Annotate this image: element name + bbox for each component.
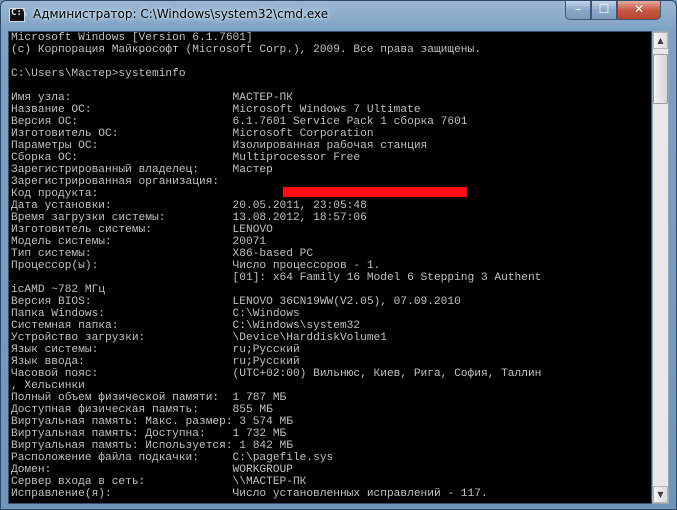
cmd-icon[interactable]: C:\	[9, 8, 28, 22]
maximize-icon: ☐	[598, 2, 610, 16]
minimize-icon: –	[575, 2, 581, 16]
scroll-up-icon: ▲	[657, 36, 664, 45]
console-line: , Хельсинки	[11, 380, 85, 392]
console-line: Версия BIOS: LENOVO 36CN19WW(V2.05), 07.…	[11, 296, 461, 308]
console-line: C:\Users\Мастер>systeminfo	[11, 68, 186, 80]
console-line: Доступная физическая память: 855 МБ	[11, 404, 273, 416]
console-line: Процессор(ы): Число процессоров - 1.	[11, 260, 381, 272]
console-line: Папка Windows: C:\Windows	[11, 308, 300, 320]
scroll-up-button[interactable]: ▲	[653, 32, 668, 49]
console-line: Язык ввода: ru;Русский	[11, 356, 300, 368]
scroll-thumb[interactable]	[653, 54, 668, 104]
console-line: (c) Корпорация Майкрософт (Microsoft Cor…	[11, 44, 481, 56]
console-line: Расположение файла подкачки: C:\pagefile…	[11, 452, 334, 464]
console-line: Параметры ОС: Изолированная рабочая стан…	[11, 140, 428, 152]
console-line: Изготовитель системы: LENOVO	[11, 224, 273, 236]
console-line: Microsoft Windows [Version 6.1.7601]	[11, 32, 253, 44]
console-line: Виртуальная память: Доступна: 1 732 МБ	[11, 428, 287, 440]
console-line: Дата установки: 20.05.2011, 23:05:48	[11, 200, 367, 212]
scroll-down-button[interactable]: ▼	[653, 486, 668, 503]
maximize-button[interactable]: ☐	[591, 1, 617, 20]
close-button[interactable]: ✕	[617, 1, 661, 20]
console-line: icAMD ~782 МГц	[11, 284, 105, 296]
console-line: Время загрузки системы: 13.08.2012, 18:5…	[11, 212, 367, 224]
cmd-icon-glyph: C:\	[11, 8, 28, 18]
console-line: Тип системы: X86-based PC	[11, 248, 314, 260]
console-output[interactable]: Microsoft Windows [Version 6.1.7601] (c) …	[8, 31, 652, 504]
cmd-window: C:\ Администратор: C:\Windows\system32\c…	[0, 0, 677, 510]
console-line: Язык системы: ru;Русский	[11, 344, 300, 356]
console-line: Домен: WORKGROUP	[11, 464, 293, 476]
console-line: Версия ОС: 6.1.7601 Service Pack 1 сборк…	[11, 116, 468, 128]
scroll-down-icon: ▼	[657, 490, 664, 499]
console-line: Виртуальная память: Макс. размер: 3 574 …	[11, 416, 293, 428]
title-bar[interactable]: C:\ Администратор: C:\Windows\system32\c…	[1, 1, 676, 29]
window-title: Администратор: C:\Windows\system32\cmd.e…	[33, 7, 329, 21]
console-line: Модель системы: 20071	[11, 236, 267, 248]
minimize-button[interactable]: –	[565, 1, 591, 20]
console-line: Зарегистрированный владелец: Мастер	[11, 164, 273, 176]
console-line: Название ОС: Microsoft Windows 7 Ultimat…	[11, 104, 421, 116]
console-line: Сервер входа в сеть: \\МАСТЕР-ПК	[11, 476, 307, 488]
console-line: Сборка ОС: Multiprocessor Free	[11, 152, 361, 164]
console-line: Исправление(я): Число установленных испр…	[11, 488, 488, 500]
console-line: Устройство загрузки: \Device\HarddiskVol…	[11, 332, 387, 344]
console-line: Полный объем физической памяти: 1 787 МБ	[11, 392, 287, 404]
redaction-bar	[283, 187, 467, 197]
vertical-scrollbar[interactable]: ▲ ▼	[652, 31, 669, 504]
console-line: [01]: x64 Family 16 Model 6 Stepping 3 A…	[11, 272, 542, 284]
console-line: Изготовитель ОС: Microsoft Corporation	[11, 128, 374, 140]
console-line: Системная папка: C:\Windows\system32	[11, 320, 361, 332]
console-line: Имя узла: МАСТЕР-ПК	[11, 92, 293, 104]
close-icon: ✕	[633, 2, 645, 16]
console-line: Виртуальная память: Используется: 1 842 …	[11, 440, 293, 452]
console-line: Часовой пояс: (UTC+02:00) Вильнюс, Киев,…	[11, 368, 542, 380]
console-lines: Microsoft Windows [Version 6.1.7601] (c) …	[11, 32, 541, 500]
